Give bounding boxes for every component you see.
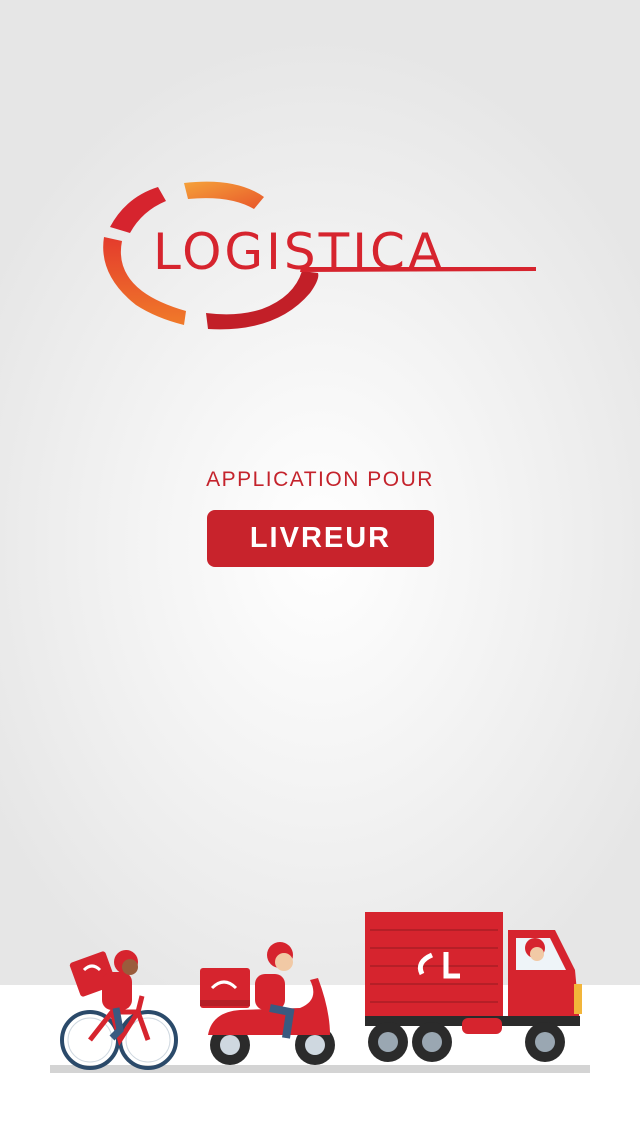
brand-wordmark: LOGISTICA bbox=[153, 223, 446, 281]
scooter-courier-icon bbox=[200, 942, 335, 1065]
bicycle-courier-icon bbox=[60, 950, 178, 1070]
role-badge: LIVREUR bbox=[207, 510, 434, 567]
app-subtitle: APPLICATION POUR bbox=[206, 468, 434, 491]
delivery-truck-icon bbox=[365, 912, 582, 1062]
delivery-illustration bbox=[60, 912, 582, 1070]
